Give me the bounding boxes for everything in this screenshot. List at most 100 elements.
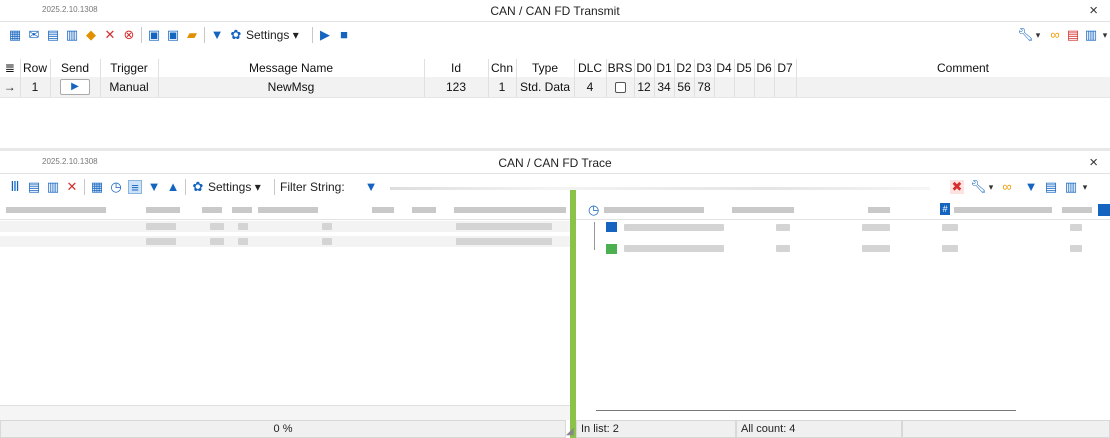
layout-icon[interactable]: ▥ bbox=[1084, 28, 1098, 42]
d3-cell[interactable]: 78 bbox=[694, 77, 715, 98]
trace-message-list[interactable] bbox=[0, 200, 570, 420]
paste-icon[interactable]: ▥ bbox=[65, 28, 79, 42]
scroll-down-icon[interactable]: ▼ bbox=[147, 180, 161, 194]
column-header[interactable]: D3 bbox=[694, 59, 715, 77]
filter-icon[interactable]: ▼ bbox=[1024, 180, 1038, 194]
sort-icon[interactable]: ≡ bbox=[128, 180, 142, 195]
id-cell[interactable]: 123 bbox=[424, 77, 489, 98]
column-header[interactable]: Type bbox=[516, 59, 575, 77]
open-folder-icon[interactable]: ▰ bbox=[185, 28, 199, 42]
d2-cell[interactable]: 56 bbox=[674, 77, 695, 98]
column-header[interactable]: D6 bbox=[754, 59, 775, 77]
chevron-down-icon[interactable]: ▾ bbox=[984, 180, 998, 194]
filter-string-input[interactable] bbox=[390, 187, 930, 190]
column-header-dlc[interactable] bbox=[202, 207, 222, 213]
copy-icon[interactable]: ▤ bbox=[27, 180, 41, 194]
column-header-id[interactable] bbox=[954, 207, 1052, 213]
column-header[interactable]: D0 bbox=[634, 59, 655, 77]
link-icon[interactable]: ∞ bbox=[1000, 180, 1014, 194]
d4-cell[interactable] bbox=[714, 77, 735, 98]
column-header-fps[interactable] bbox=[1062, 207, 1092, 213]
column-header[interactable]: Comment bbox=[796, 59, 1110, 77]
column-header-data-len[interactable] bbox=[258, 207, 318, 213]
clock-icon[interactable]: ◷ bbox=[109, 180, 123, 194]
chevron-down-icon[interactable]: ▾ bbox=[1078, 180, 1092, 194]
gear-icon[interactable]: ✿ bbox=[229, 28, 243, 42]
column-header[interactable]: Trigger bbox=[100, 59, 159, 77]
d6-cell[interactable] bbox=[754, 77, 775, 98]
column-header-esi[interactable] bbox=[412, 207, 436, 213]
clear-icon[interactable]: ◆ bbox=[84, 28, 98, 42]
column-header[interactable]: D4 bbox=[714, 59, 735, 77]
filter-icon[interactable]: ▼ bbox=[364, 180, 378, 194]
column-chooser-icon[interactable] bbox=[1098, 204, 1110, 216]
column-header-message-name[interactable] bbox=[6, 207, 106, 213]
add-multiplex-icon[interactable]: ✉ bbox=[27, 28, 41, 42]
wrench-icon[interactable]: 🔧︎ bbox=[1017, 28, 1034, 42]
column-header-dlc2[interactable] bbox=[232, 207, 252, 213]
copy-icon[interactable]: ▤ bbox=[46, 28, 60, 42]
chn-cell[interactable]: 1 bbox=[488, 77, 517, 98]
settings-button[interactable]: Settings ▾ bbox=[246, 27, 299, 43]
add-message-icon[interactable]: ▦ bbox=[8, 28, 22, 42]
layout-icon[interactable]: ▥ bbox=[1064, 180, 1078, 194]
wrench-icon[interactable]: 🔧︎ bbox=[970, 180, 987, 194]
message-name-cell[interactable]: NewMsg bbox=[158, 77, 425, 98]
column-header-absolute-time[interactable] bbox=[604, 207, 704, 213]
column-header[interactable]: Message Name bbox=[158, 59, 425, 77]
column-header-count[interactable] bbox=[732, 207, 794, 213]
send-play-button[interactable]: ▶ bbox=[60, 78, 90, 95]
d5-cell[interactable] bbox=[734, 77, 755, 98]
gear-icon[interactable]: ✿ bbox=[191, 180, 205, 194]
trace-statistics-list[interactable]: ◷ # bbox=[576, 200, 1110, 420]
delete-icon[interactable]: ✕ bbox=[65, 180, 79, 194]
horizontal-scrollbar[interactable] bbox=[0, 405, 570, 420]
export-icon[interactable]: ▤ bbox=[1066, 28, 1080, 42]
dlc-cell[interactable]: 4 bbox=[574, 77, 607, 98]
transmit-close-button[interactable]: × bbox=[1089, 2, 1098, 19]
column-header-type[interactable] bbox=[146, 207, 180, 213]
window-splitter[interactable] bbox=[0, 148, 1110, 151]
d1-cell[interactable]: 34 bbox=[654, 77, 675, 98]
column-header[interactable]: Id bbox=[424, 59, 489, 77]
horizontal-scrollbar[interactable] bbox=[596, 410, 1016, 411]
trace-close-button[interactable]: × bbox=[1089, 154, 1098, 171]
filter-icon[interactable]: ▼ bbox=[210, 28, 224, 42]
column-header[interactable]: BRS bbox=[606, 59, 635, 77]
pause-icon[interactable]: Ⅲ bbox=[8, 180, 22, 194]
save-icon[interactable]: ▣ bbox=[147, 28, 161, 42]
column-header[interactable]: DLC bbox=[574, 59, 607, 77]
play-icon[interactable]: ▶ bbox=[318, 28, 332, 42]
column-header-chn[interactable] bbox=[868, 207, 890, 213]
chevron-down-icon[interactable]: ▾ bbox=[1098, 28, 1110, 42]
stop-all-icon[interactable]: ⊗ bbox=[122, 28, 136, 42]
trace-settings-button[interactable]: Settings ▾ bbox=[208, 179, 261, 195]
d7-cell[interactable] bbox=[774, 77, 797, 98]
column-header[interactable]: D2 bbox=[674, 59, 695, 77]
export-icon[interactable]: ▤ bbox=[1044, 180, 1058, 194]
column-header[interactable]: Send bbox=[50, 59, 101, 77]
stop-icon[interactable]: ■ bbox=[337, 28, 351, 42]
scroll-up-icon[interactable]: ▲ bbox=[166, 180, 180, 194]
column-header[interactable]: Row bbox=[20, 59, 51, 77]
resize-grip-icon[interactable]: ◢ bbox=[566, 426, 574, 437]
table-row[interactable]: → 1 ▶ Manual NewMsg 123 1 Std. Data 4 12… bbox=[0, 77, 1110, 98]
comment-cell[interactable] bbox=[796, 77, 1110, 98]
chevron-down-icon[interactable]: ▾ bbox=[1031, 28, 1045, 42]
save-as-icon[interactable]: ▣ bbox=[166, 28, 180, 42]
column-header[interactable]: D5 bbox=[734, 59, 755, 77]
trigger-cell[interactable]: Manual bbox=[100, 77, 159, 98]
column-header[interactable]: Chn bbox=[488, 59, 517, 77]
paste-icon[interactable]: ▥ bbox=[46, 180, 60, 194]
column-header[interactable]: D1 bbox=[654, 59, 675, 77]
delete-icon[interactable]: ✕ bbox=[103, 28, 117, 42]
columns-icon[interactable]: ▦ bbox=[90, 180, 104, 194]
column-header[interactable]: D7 bbox=[774, 59, 797, 77]
type-cell[interactable]: Std. Data bbox=[516, 77, 575, 98]
column-header-brs[interactable] bbox=[372, 207, 394, 213]
d0-cell[interactable]: 12 bbox=[634, 77, 655, 98]
link-icon[interactable]: ∞ bbox=[1048, 28, 1062, 42]
column-header-data[interactable] bbox=[454, 207, 566, 213]
brs-checkbox[interactable] bbox=[614, 82, 626, 94]
clear-filter-icon[interactable]: ✖ bbox=[950, 180, 964, 194]
